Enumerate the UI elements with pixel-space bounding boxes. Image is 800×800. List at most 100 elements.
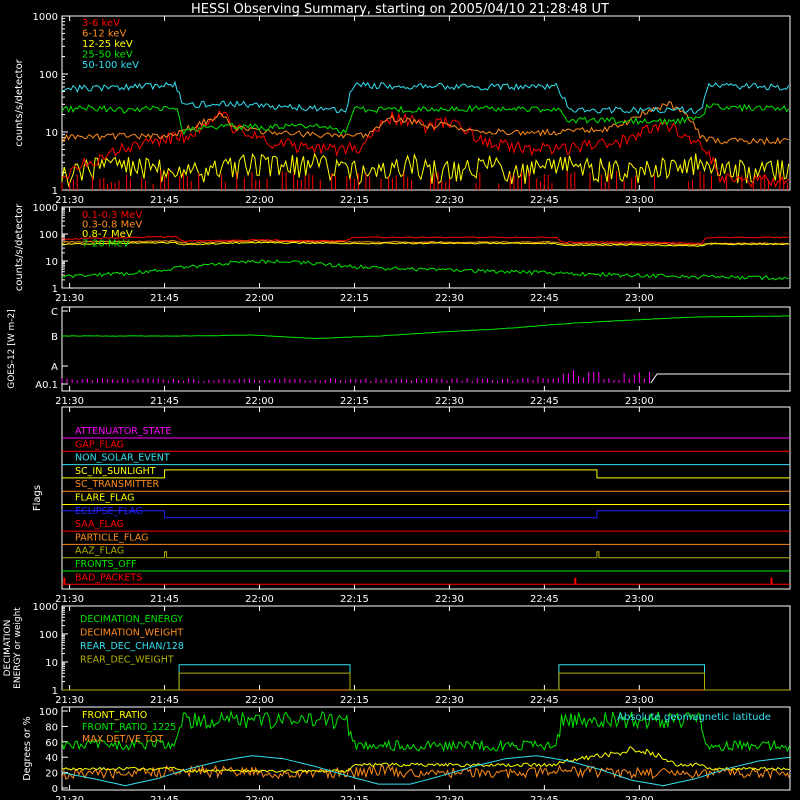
flag-label: FRONTS_OFF bbox=[75, 559, 137, 570]
y-tick-label: 40 bbox=[45, 753, 58, 764]
x-tick-label: 23:00 bbox=[625, 695, 654, 706]
flag-line bbox=[62, 511, 790, 518]
y-tick-label: 100 bbox=[39, 70, 58, 81]
y-tick-label: C bbox=[51, 307, 58, 318]
x-tick-label: 22:00 bbox=[245, 594, 274, 605]
y-tick-label: 60 bbox=[45, 738, 58, 749]
legend-entry: REAR_DEC_WEIGHT bbox=[80, 655, 174, 666]
hessi-summary-figure: HESSI Observing Summary, starting on 200… bbox=[0, 0, 800, 800]
x-tick-label: 22:15 bbox=[340, 293, 369, 304]
legend-entry: REAR_DEC_CHAN/128 bbox=[80, 641, 184, 652]
x-tick-label: 22:00 bbox=[245, 695, 274, 706]
x-tick-label: 22:45 bbox=[530, 293, 559, 304]
legend-entry: 12-25 keV bbox=[82, 39, 133, 50]
plot-title: HESSI Observing Summary, starting on 200… bbox=[191, 2, 609, 17]
x-tick-label: 21:30 bbox=[55, 795, 84, 800]
flag-label: SAA_FLAG bbox=[75, 519, 124, 530]
x-tick-label: 21:45 bbox=[150, 396, 179, 407]
legend-entry: 25-50 keV bbox=[82, 50, 133, 61]
legend-entry: FRONT_RATIO_1225 bbox=[82, 722, 176, 733]
y-axis-label: Flags bbox=[32, 485, 43, 511]
panel-3: 21:30 21:45 22:00 22:15 22:30 22:45 23:00 A0.1 A… bbox=[7, 307, 790, 407]
x-tick-label: 22:45 bbox=[530, 195, 559, 206]
x-tick-label: 22:00 bbox=[245, 195, 274, 206]
y-axis-label: counts/s/detector bbox=[14, 203, 25, 291]
legend-entry: MAX DET/VE TOT bbox=[82, 734, 163, 745]
panel-1: 21:30 21:45 22:00 22:15 22:30 22:45 23:00 1 10 10… bbox=[14, 12, 790, 206]
y-tick-label: 1 bbox=[52, 186, 58, 197]
x-tick-label: 23:00 bbox=[625, 396, 654, 407]
flag-label: SC_TRANSMITTER bbox=[75, 479, 160, 490]
y-tick-label: 20 bbox=[45, 769, 58, 780]
y-tick-label: 10 bbox=[45, 128, 58, 139]
panel-2: 21:30 21:45 22:00 22:15 22:30 22:45 23:00 1 10 10… bbox=[14, 203, 790, 304]
y-tick-label: 1 bbox=[52, 284, 58, 295]
legend-entry: FRONT_RATIO bbox=[82, 710, 147, 721]
x-tick-label: 22:15 bbox=[340, 695, 369, 706]
y-axis-label: DECIMATION bbox=[3, 620, 13, 677]
flag-line bbox=[62, 470, 790, 478]
y-tick-label: 100 bbox=[39, 230, 58, 241]
series-line-green bbox=[62, 260, 789, 280]
x-tick-label: 22:45 bbox=[530, 695, 559, 706]
panel-5: 21:30 21:45 22:00 22:15 22:30 22:45 23:00 1 10 10… bbox=[3, 602, 790, 706]
x-tick-label: 23:00 bbox=[625, 195, 654, 206]
panel-frame bbox=[62, 16, 790, 190]
x-tick-label: 21:45 bbox=[150, 795, 179, 800]
legend-entry: 3-6 keV bbox=[82, 18, 120, 29]
flag-line bbox=[62, 578, 790, 584]
x-tick-label: 21:45 bbox=[150, 195, 179, 206]
x-tick-label: 23:00 bbox=[625, 594, 654, 605]
goes-short-line bbox=[651, 374, 790, 383]
y-tick-label: 1 bbox=[52, 686, 58, 697]
ratio-line-yellow bbox=[62, 747, 789, 773]
y-axis-label: GOES-12 [W m-2] bbox=[7, 309, 17, 389]
x-tick-label: 22:30 bbox=[435, 594, 464, 605]
x-tick-label: 21:30 bbox=[55, 396, 84, 407]
series-line-yellow bbox=[62, 154, 789, 186]
y-axis-label: ENERGY or weight bbox=[13, 607, 23, 689]
x-tick-label: 22:00 bbox=[245, 293, 274, 304]
y-tick-label: A bbox=[51, 362, 58, 373]
y-tick-label: A0.1 bbox=[35, 380, 58, 391]
flag-label: ATTENUATOR_STATE bbox=[75, 426, 171, 437]
flag-label: AAZ_FLAG bbox=[75, 546, 124, 557]
decimation-line bbox=[62, 673, 790, 690]
x-tick-label: 22:30 bbox=[435, 293, 464, 304]
flag-line bbox=[62, 552, 790, 558]
x-tick-label: 22:15 bbox=[340, 795, 369, 800]
series-line-green bbox=[62, 104, 789, 134]
legend-entry: DECIMATION_ENERGY bbox=[80, 614, 183, 625]
y-axis-label: counts/s/detector bbox=[14, 58, 25, 146]
y-tick-label: 1000 bbox=[33, 203, 58, 214]
flag-label: GAP_FLAG bbox=[75, 439, 124, 450]
decimation-line bbox=[62, 665, 790, 690]
y-tick-label: 100 bbox=[39, 630, 58, 641]
goes-long-line bbox=[62, 316, 790, 339]
x-tick-label: 22:45 bbox=[530, 594, 559, 605]
y-tick-label: 80 bbox=[45, 722, 58, 733]
y-tick-label: 100 bbox=[39, 707, 58, 718]
x-tick-label: 21:45 bbox=[150, 293, 179, 304]
x-tick-label: 23:00 bbox=[625, 293, 654, 304]
x-tick-label: 22:30 bbox=[435, 795, 464, 800]
x-tick-label: 21:30 bbox=[55, 695, 84, 706]
legend-entry: 6-12 keV bbox=[82, 29, 126, 40]
y-tick-label: 0 bbox=[52, 784, 58, 795]
x-tick-label: 23:00 bbox=[625, 795, 654, 800]
x-tick-label: 21:30 bbox=[55, 195, 84, 206]
x-tick-label: 21:45 bbox=[150, 695, 179, 706]
flag-label: SC_IN_SUNLIGHT bbox=[75, 466, 156, 477]
x-tick-label: 22:30 bbox=[435, 195, 464, 206]
panel-frame bbox=[62, 207, 790, 288]
flag-label: BAD_PACKETS bbox=[75, 572, 142, 583]
x-tick-label: 21:30 bbox=[55, 293, 84, 304]
y-axis-label: Degrees or % bbox=[22, 716, 33, 780]
panel-frame bbox=[62, 307, 790, 391]
x-tick-label: 22:45 bbox=[530, 396, 559, 407]
y-tick-label: 1000 bbox=[33, 602, 58, 613]
annotation-label: Absolute geomagnetic latitude bbox=[617, 712, 771, 723]
flag-label: PARTICLE_FLAG bbox=[75, 532, 148, 543]
x-tick-label: 22:15 bbox=[340, 195, 369, 206]
x-tick-label: 22:45 bbox=[530, 795, 559, 800]
